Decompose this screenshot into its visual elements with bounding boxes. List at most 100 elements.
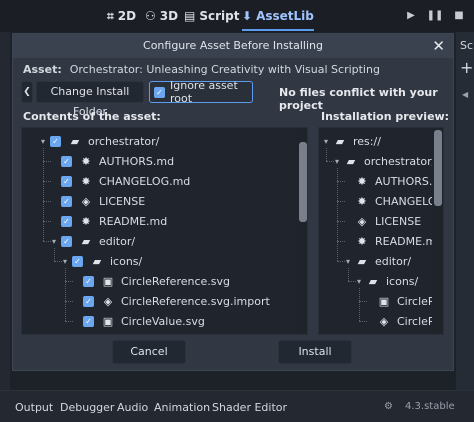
item-checkbox[interactable]: ✓ xyxy=(61,175,72,187)
folder-icon: ▰ xyxy=(92,254,102,268)
tree-guide-line xyxy=(65,281,73,282)
preview-row[interactable]: ✸CHANGELOG.md xyxy=(343,191,443,211)
ignore-asset-root-toggle[interactable]: ✓ Ignore asset root xyxy=(149,79,253,105)
markdown-file-icon: ✸ xyxy=(81,154,91,168)
item-checkbox[interactable]: ✓ xyxy=(83,315,94,327)
contents-scroll-thumb[interactable] xyxy=(299,142,307,222)
left-dock-panel xyxy=(0,32,10,390)
preview-item-label: res:// xyxy=(353,134,381,148)
item-checkbox[interactable]: ✓ xyxy=(50,135,61,147)
contents-row[interactable]: ✓ ▣ CircleReference.svg xyxy=(71,271,230,291)
configure-asset-dialog: Configure Asset Before Installing ✕ Asse… xyxy=(12,33,454,371)
preview-row[interactable]: ✸ AUTHORS.md xyxy=(343,171,443,191)
tree-guide-line xyxy=(326,161,334,162)
tab-audio[interactable]: Audio xyxy=(117,401,148,414)
asset-name: Orchestrator: Unleashing Creativity with… xyxy=(69,63,380,76)
item-checkbox[interactable]: ✓ xyxy=(83,295,94,307)
item-checkbox[interactable]: ✓ xyxy=(61,215,72,227)
checkbox-checked-icon: ✓ xyxy=(154,86,165,98)
ignore-asset-root-label: Ignore asset root xyxy=(170,79,238,105)
play-button[interactable]: ▶ xyxy=(400,5,422,25)
tree-guide-line xyxy=(43,161,51,162)
folder-icon: ▰ xyxy=(368,274,378,288)
folder-icon: ▰ xyxy=(81,234,91,248)
file-icon: ◈ xyxy=(357,214,367,228)
assetlib-icon: ⬇ xyxy=(242,9,253,23)
item-checkbox[interactable]: ✓ xyxy=(72,255,83,267)
contents-row[interactable]: ▾ ✓ ▰ icons/ xyxy=(60,251,142,271)
contents-row[interactable]: ✓ ✸ README.md xyxy=(49,211,167,231)
contents-row[interactable]: ✓ ◈ LICENSE xyxy=(49,191,145,211)
preview-scroll-thumb[interactable] xyxy=(434,130,442,206)
preview-row[interactable]: ▾ ▰ icons/ xyxy=(354,271,418,291)
change-install-folder-button[interactable]: Change Install Folder xyxy=(36,81,144,118)
contents-scrollbar[interactable] xyxy=(297,128,307,334)
contents-row[interactable]: ✓ ✸ AUTHORS.md xyxy=(49,151,174,171)
contents-tree[interactable]: ▾ ✓ ▰ orchestrator/✓ ✸ AUTHORS.md ✓ ✸ CHANGELOG.… xyxy=(21,127,308,335)
tree-guide-line xyxy=(337,201,345,202)
pause-button[interactable]: ❚❚ xyxy=(424,5,446,25)
tab-animation[interactable]: Animation xyxy=(154,401,210,414)
tab-output[interactable]: Output xyxy=(15,401,53,414)
right-panel-tab-label[interactable]: Sc xyxy=(460,39,473,52)
contents-row[interactable]: ▾ ✓ ▰ orchestrator/ xyxy=(38,131,159,151)
markdown-file-icon: ✸ xyxy=(81,214,91,228)
right-dock-panel: Sc + ◀ xyxy=(456,32,474,390)
bottom-panel-bar: Output Debugger Audio Animation Shader E… xyxy=(0,390,474,422)
contents-heading: Contents of the asset: xyxy=(23,110,161,123)
tree-guide-line xyxy=(65,321,73,322)
workspace-3d-label: 3D xyxy=(159,9,179,23)
preview-row[interactable]: ✸ README.md xyxy=(343,231,443,251)
workspace-2d-button[interactable]: ⌗ 2D xyxy=(107,7,136,25)
file-icon: ◈ xyxy=(81,194,91,208)
contents-item-label: README.md xyxy=(99,214,168,228)
item-checkbox[interactable]: ✓ xyxy=(61,195,72,207)
stop-button[interactable]: ■ xyxy=(448,5,470,25)
contents-row[interactable]: ▾ ✓ ▰ editor/ xyxy=(49,231,135,251)
collapse-arrow-icon[interactable]: ◀ xyxy=(462,90,468,99)
item-checkbox[interactable]: ✓ xyxy=(83,275,94,287)
back-button[interactable]: ❮ xyxy=(21,81,33,103)
workspace-assetlib-button[interactable]: ⬇ AssetLib xyxy=(242,7,314,31)
tree-guide-line xyxy=(337,221,345,222)
add-icon[interactable]: + xyxy=(460,58,473,77)
tree-guide-line xyxy=(43,181,51,182)
preview-row[interactable]: ◈ LICENSE xyxy=(343,211,421,231)
markdown-file-icon: ✸ xyxy=(81,174,91,188)
workspace-script-button[interactable]: ▤ Script xyxy=(184,7,239,25)
3d-icon: ⚇ xyxy=(145,9,156,23)
markdown-file-icon: ✸ xyxy=(357,174,367,188)
close-icon[interactable]: ✕ xyxy=(432,36,445,56)
tree-guide-line xyxy=(337,261,345,262)
contents-item-label: AUTHORS.md xyxy=(99,154,175,168)
preview-row[interactable]: ▾ ▰ editor/ xyxy=(343,251,411,271)
preview-row[interactable]: ▾ ▰ orchestrator/ xyxy=(332,151,435,171)
cancel-button[interactable]: Cancel xyxy=(112,340,186,364)
preview-row[interactable]: ▾ ▰ res:// xyxy=(321,131,381,151)
contents-item-label: editor/ xyxy=(99,234,136,248)
chevron-down-icon[interactable]: ▾ xyxy=(38,137,48,146)
item-checkbox[interactable]: ✓ xyxy=(61,235,72,247)
workspace-3d-button[interactable]: ⚇ 3D xyxy=(145,7,178,25)
tab-shader-editor[interactable]: Shader Editor xyxy=(212,401,287,414)
play-icon: ▶ xyxy=(407,9,415,21)
contents-row[interactable]: ✓ ◈ CircleReference.svg.import xyxy=(71,291,270,311)
chevron-left-icon: ❮ xyxy=(23,87,31,97)
contents-item-label: icons/ xyxy=(110,254,143,268)
contents-row[interactable]: ✓ ▣ CircleValue.svg xyxy=(71,311,205,331)
item-checkbox[interactable]: ✓ xyxy=(61,155,72,167)
preview-item-label: editor/ xyxy=(375,254,412,268)
tree-guide-line xyxy=(359,321,367,322)
tab-debugger[interactable]: Debugger xyxy=(60,401,114,414)
asset-label: Asset: xyxy=(23,63,62,76)
chevron-down-icon[interactable]: ▾ xyxy=(321,137,331,146)
tree-guide-line xyxy=(348,268,349,281)
preview-scrollbar[interactable] xyxy=(432,128,443,334)
tree-guide-line xyxy=(65,301,73,302)
preview-tree[interactable]: ▾ ▰ res://▾ ▰ orchestrator/ ✸ AUTHORS.md ✸ CHANG… xyxy=(318,127,444,335)
install-button[interactable]: Install xyxy=(278,340,352,364)
tree-guide-line xyxy=(337,168,338,261)
contents-item-label: orchestrator/ xyxy=(88,134,160,148)
contents-row[interactable]: ✓ ✸ CHANGELOG.md xyxy=(49,171,190,191)
tree-guide-line xyxy=(348,281,356,282)
